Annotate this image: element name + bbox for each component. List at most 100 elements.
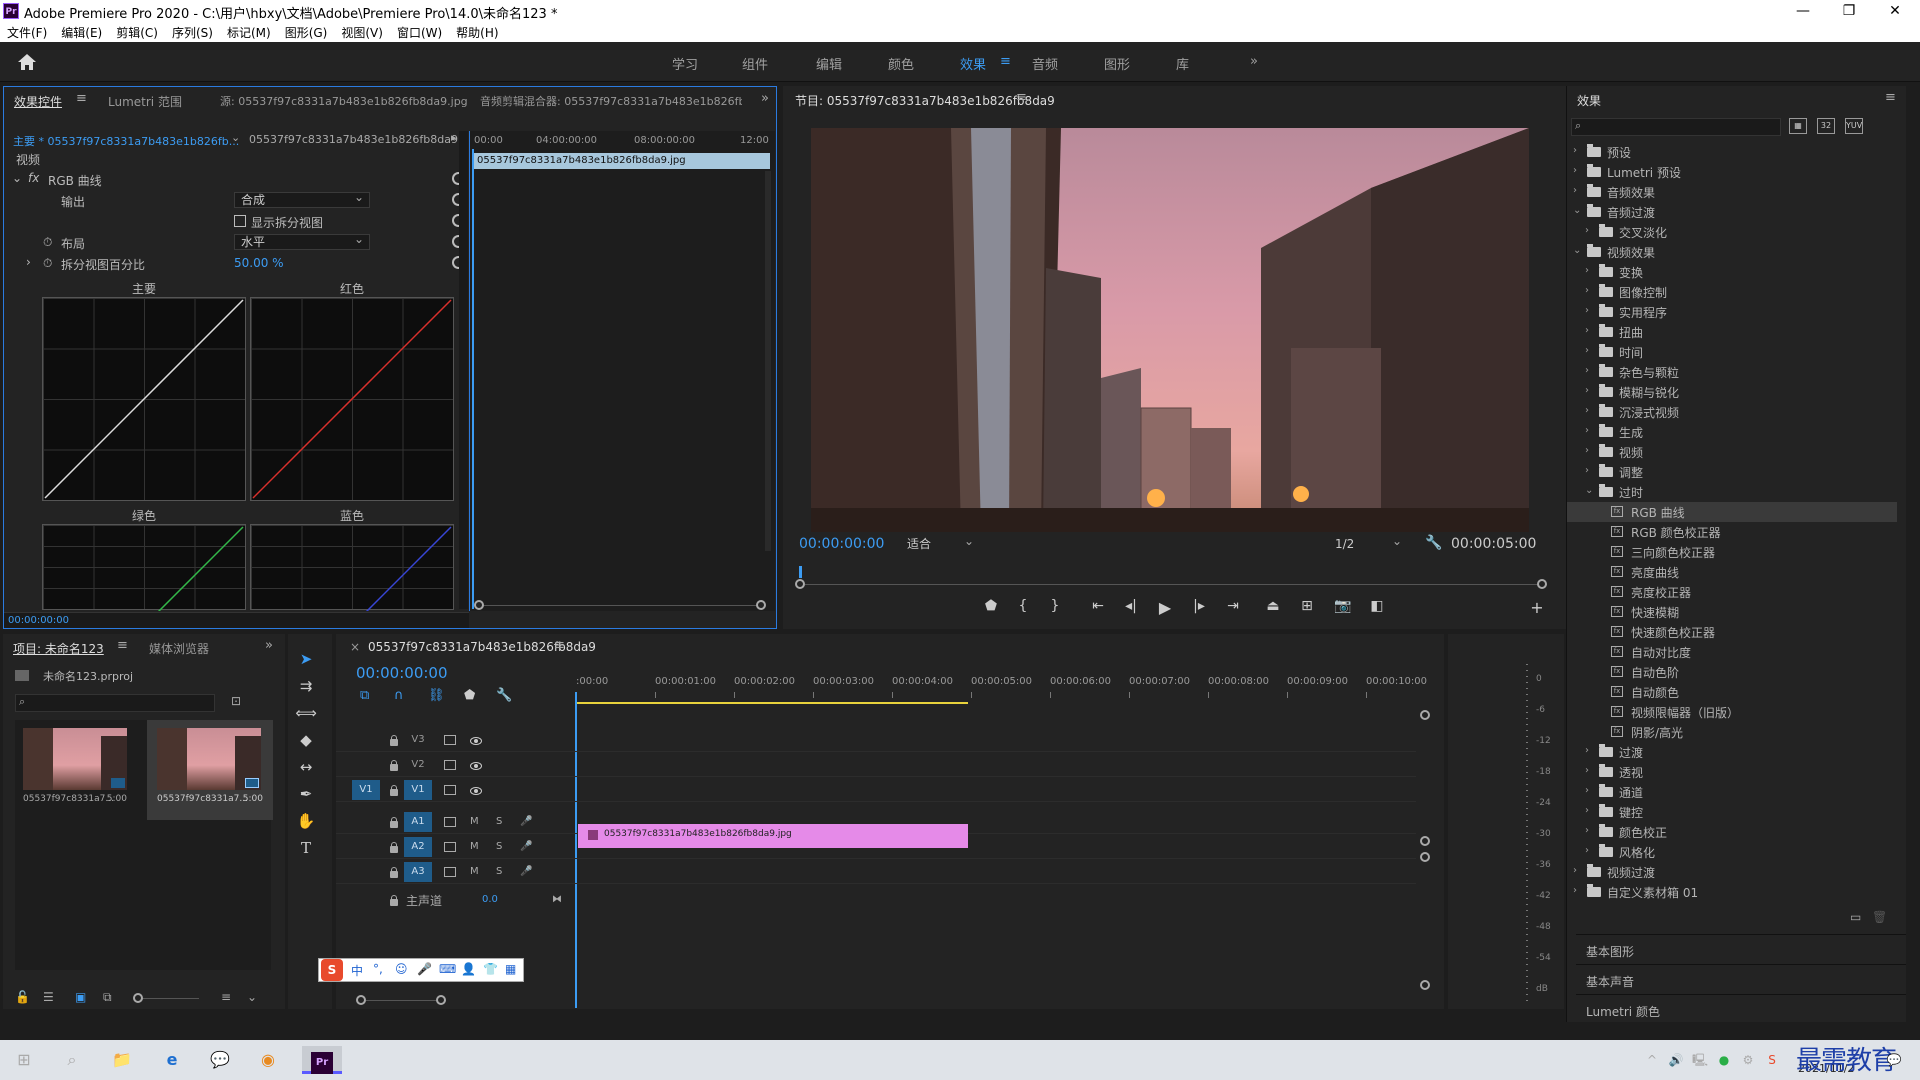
- effect-tree-item[interactable]: › Lumetri 预设: [1567, 162, 1897, 182]
- video-track-row[interactable]: V3: [336, 730, 1416, 752]
- output-dropdown[interactable]: 合成: [234, 190, 370, 208]
- effect-tree-item[interactable]: ⌄ 音频过渡: [1567, 202, 1897, 222]
- mark-in-icon[interactable]: {: [1013, 598, 1033, 614]
- sync-lock-icon[interactable]: [444, 735, 456, 745]
- track-target-button[interactable]: V3: [404, 730, 432, 750]
- button-editor-icon[interactable]: +: [1527, 598, 1547, 617]
- project-item[interactable]: 05537f97c8331a7... 5:00: [23, 728, 127, 814]
- effect-tree-item[interactable]: › 交叉淡化: [1567, 222, 1897, 242]
- chevron-down-icon[interactable]: ⌄: [1585, 485, 1593, 496]
- ec-zoom-handle-left[interactable]: [474, 600, 484, 610]
- workspace-learning[interactable]: 学习: [672, 54, 698, 73]
- voice-over-record-icon[interactable]: 🎤: [520, 866, 532, 877]
- master-track-value[interactable]: 0.0: [482, 894, 498, 905]
- master-curve-graph[interactable]: [42, 297, 246, 501]
- tray-sogou-icon[interactable]: S: [1758, 1046, 1786, 1074]
- effect-tree-item[interactable]: › 键控: [1567, 802, 1897, 822]
- effect-tree-item[interactable]: › 图像控制: [1567, 282, 1897, 302]
- workspace-libraries[interactable]: 库: [1176, 54, 1189, 73]
- panel-menu-icon[interactable]: ≡: [76, 91, 87, 106]
- wrench-icon[interactable]: 🔧: [496, 688, 512, 703]
- export-frame-icon[interactable]: 📷: [1333, 598, 1353, 614]
- workspace-graphics[interactable]: 图形: [1104, 54, 1130, 73]
- sync-lock-icon[interactable]: [444, 817, 456, 827]
- menu-marker[interactable]: 标记(M): [220, 22, 278, 43]
- effect-tree-item[interactable]: › 自定义素材箱 01: [1567, 882, 1897, 902]
- track-lock-icon[interactable]: [390, 867, 398, 878]
- track-lock-icon[interactable]: [390, 735, 398, 746]
- track-target-button[interactable]: V1: [404, 780, 432, 800]
- red-curve-graph[interactable]: [250, 297, 454, 501]
- chevron-right-icon[interactable]: ›: [1585, 745, 1589, 756]
- menu-view[interactable]: 视图(V): [334, 22, 390, 43]
- effect-tree-item[interactable]: fx 自动色阶: [1567, 662, 1897, 682]
- sogou-logo-icon[interactable]: S: [321, 959, 343, 981]
- master-clip-label[interactable]: 主要 * 05537f97c8331a7b483e1b826fb...: [13, 133, 239, 149]
- workspace-menu-icon[interactable]: ≡: [1000, 54, 1011, 69]
- chevron-right-icon[interactable]: ›: [1585, 305, 1589, 316]
- step-forward-icon[interactable]: |▸: [1189, 598, 1209, 614]
- ime-voice-icon[interactable]: 🎤: [417, 962, 432, 976]
- effect-tree-item[interactable]: fx 三向颜色校正器: [1567, 542, 1897, 562]
- minimize-button[interactable]: —: [1780, 0, 1826, 22]
- lumetri-color-section[interactable]: Lumetri 颜色: [1576, 994, 1906, 1020]
- extract-icon[interactable]: ⊞: [1297, 598, 1317, 614]
- overflow-tabs-icon[interactable]: »: [265, 638, 273, 653]
- slip-tool-icon[interactable]: ↔: [292, 758, 320, 780]
- chevron-right-icon[interactable]: ›: [1585, 765, 1589, 776]
- chevron-right-icon[interactable]: ›: [1585, 465, 1589, 476]
- list-view-icon[interactable]: ☰: [43, 990, 54, 1004]
- sync-lock-icon[interactable]: [444, 760, 456, 770]
- premiere-taskbar-icon[interactable]: Pr: [302, 1046, 342, 1074]
- icon-view-icon[interactable]: ▣: [75, 990, 86, 1004]
- toggle-visibility-icon[interactable]: [470, 737, 482, 745]
- ime-punctuation-icon[interactable]: °,: [373, 962, 383, 976]
- program-time-ruler[interactable]: [799, 566, 1557, 580]
- workspace-audio[interactable]: 音频: [1032, 54, 1058, 73]
- chevron-right-icon[interactable]: ›: [1585, 345, 1589, 356]
- menu-graphics[interactable]: 图形(G): [278, 22, 335, 43]
- sync-lock-icon[interactable]: [444, 785, 456, 795]
- hand-tool-icon[interactable]: ✋: [292, 812, 320, 834]
- toggle-visibility-icon[interactable]: [470, 787, 482, 795]
- chevron-right-icon[interactable]: ›: [1573, 185, 1577, 196]
- overflow-tabs-icon[interactable]: »: [761, 91, 769, 106]
- mute-button[interactable]: M: [470, 816, 479, 827]
- effect-tree-item[interactable]: fx 自动颜色: [1567, 682, 1897, 702]
- video-track-row[interactable]: V2: [336, 755, 1416, 777]
- effect-tree-item[interactable]: › 实用程序: [1567, 302, 1897, 322]
- audio-scroll-top-icon[interactable]: [1420, 852, 1430, 862]
- source-patch-v1[interactable]: V1: [352, 780, 380, 800]
- effect-tree-item[interactable]: › 调整: [1567, 462, 1897, 482]
- toggle-visibility-icon[interactable]: [470, 762, 482, 770]
- effect-tree-item[interactable]: › 音频效果: [1567, 182, 1897, 202]
- program-zoom-handle-right[interactable]: [1537, 579, 1547, 589]
- program-timecode-current[interactable]: 00:00:00:00: [799, 536, 884, 552]
- workspace-assembly[interactable]: 组件: [742, 54, 768, 73]
- ime-keyboard-icon[interactable]: ⌨: [439, 962, 456, 976]
- voice-over-record-icon[interactable]: 🎤: [520, 816, 532, 827]
- workspace-effects[interactable]: 效果: [960, 54, 986, 73]
- project-search-input[interactable]: ⌕: [15, 694, 215, 712]
- project-item-selected[interactable]: 05537f97c8331a7... 5:00: [147, 720, 273, 820]
- audio-scroll-bottom-icon[interactable]: [1420, 980, 1430, 990]
- chevron-right-icon[interactable]: ›: [1573, 165, 1577, 176]
- layout-dropdown[interactable]: 水平: [234, 232, 370, 250]
- video-scroll-top-icon[interactable]: [1420, 710, 1430, 720]
- yuv-effects-icon[interactable]: YUV: [1845, 118, 1863, 134]
- effect-tree-item[interactable]: › 风格化: [1567, 842, 1897, 862]
- track-target-button[interactable]: V2: [404, 755, 432, 775]
- home-icon[interactable]: [16, 52, 38, 72]
- nest-sequence-icon[interactable]: ⧉: [360, 688, 369, 703]
- effect-tree-item[interactable]: › 过渡: [1567, 742, 1897, 762]
- chevron-right-icon[interactable]: ›: [1585, 825, 1589, 836]
- effect-tree-item[interactable]: › 时间: [1567, 342, 1897, 362]
- chevron-right-icon[interactable]: ›: [1573, 885, 1577, 896]
- go-to-end-icon[interactable]: ⧓: [552, 894, 562, 905]
- wechat-icon[interactable]: 💬: [206, 1046, 234, 1074]
- chevron-down-icon[interactable]: ⌄: [1573, 245, 1581, 256]
- audio-track-row[interactable]: A3 M S 🎤: [336, 862, 1416, 884]
- chevron-down-icon[interactable]: ⌄: [1573, 205, 1581, 216]
- fx-badge[interactable]: fx: [28, 171, 39, 185]
- stopwatch-icon[interactable]: ⏱: [43, 235, 52, 250]
